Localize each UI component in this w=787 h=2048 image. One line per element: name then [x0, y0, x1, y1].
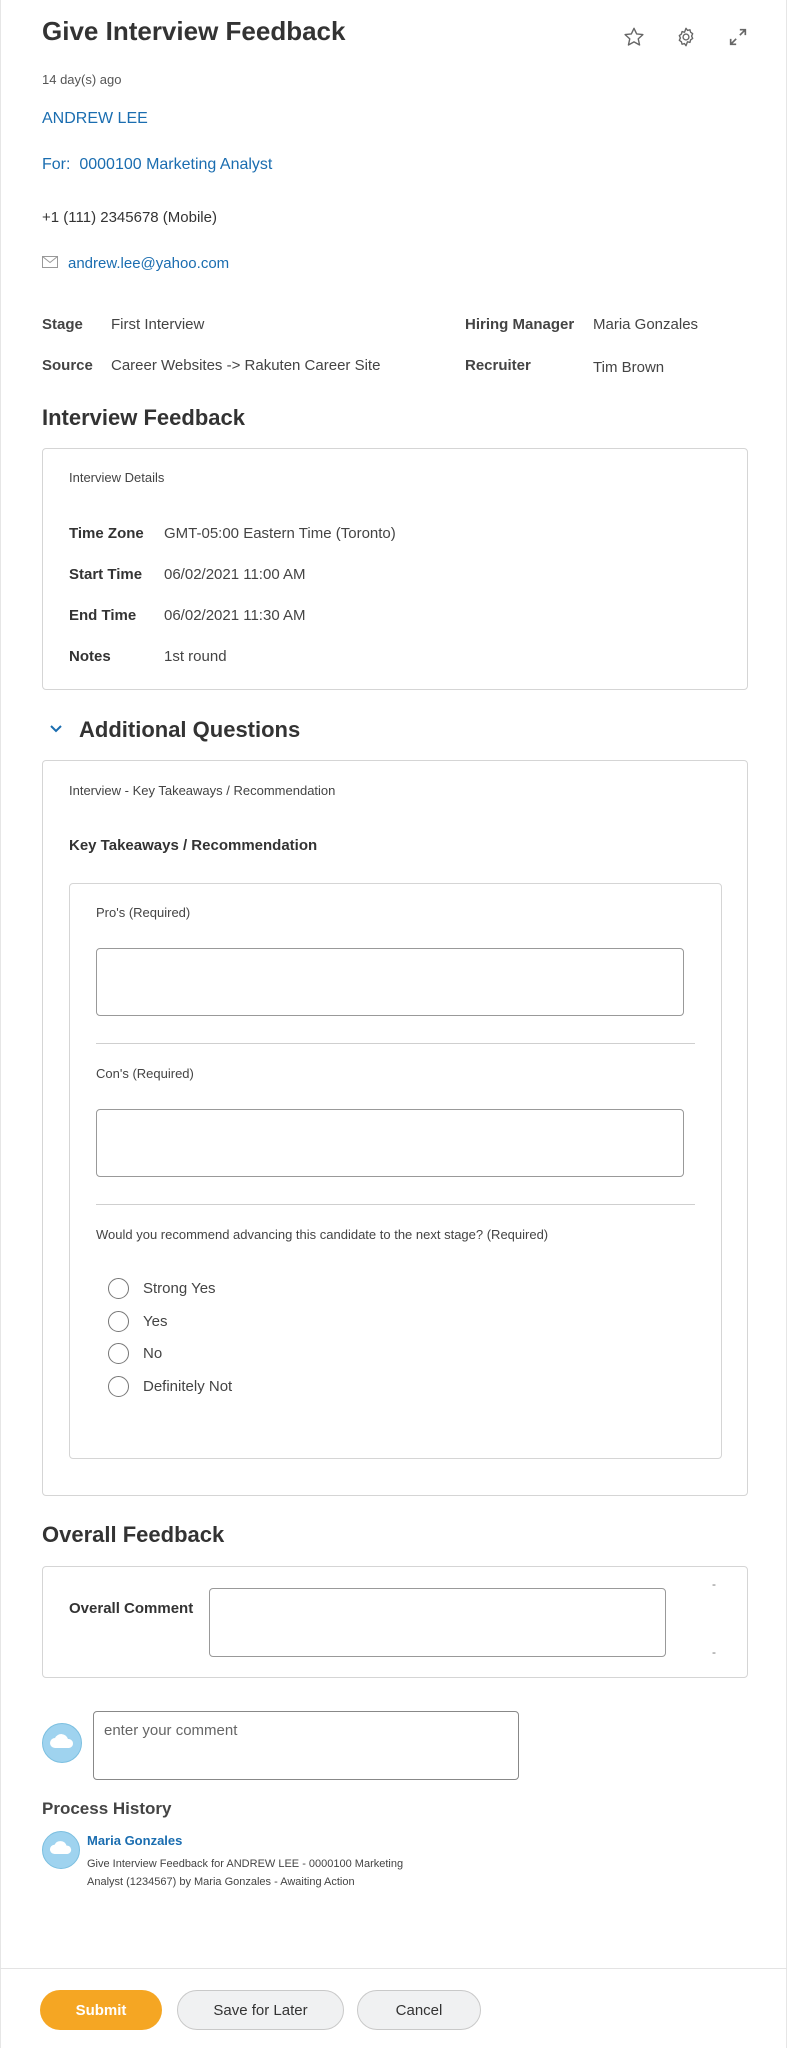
- overall-feedback-title: Overall Feedback: [42, 1522, 225, 1547]
- radio-circle[interactable]: [108, 1343, 129, 1364]
- overall-comment-label: Overall Comment: [69, 1600, 194, 1617]
- cloud-icon: [49, 1733, 75, 1754]
- radio-no[interactable]: No: [108, 1343, 162, 1364]
- divider: [96, 1204, 695, 1205]
- start-time-value: 06/02/2021 11:00 AM: [164, 566, 306, 583]
- comment-placeholder: enter your comment: [104, 1722, 238, 1739]
- radio-label: Strong Yes: [143, 1280, 216, 1297]
- pros-label: Pro's (Required): [96, 905, 191, 920]
- radio-circle[interactable]: [108, 1278, 129, 1299]
- radio-strong-yes[interactable]: Strong Yes: [108, 1278, 216, 1299]
- radio-label: Definitely Not: [143, 1378, 233, 1395]
- additional-questions-title: Additional Questions: [79, 717, 301, 742]
- hiring-manager-label: Hiring Manager: [465, 316, 575, 333]
- end-time-label: End Time: [69, 607, 137, 624]
- interview-details-label: Interview Details: [69, 470, 165, 485]
- radio-label: No: [143, 1345, 163, 1362]
- radio-circle[interactable]: [108, 1376, 129, 1397]
- source-label: Source: [42, 357, 93, 374]
- history-line-1: Give Interview Feedback for ANDREW LEE -…: [87, 1858, 404, 1870]
- page-title: Give Interview Feedback: [42, 16, 346, 46]
- source-value: Career Websites -> Rakuten Career Site: [111, 357, 381, 374]
- overall-feedback-card: Overall Comment - -: [42, 1566, 748, 1678]
- email-row: andrew.lee@yahoo.com: [42, 255, 229, 272]
- radio-circle[interactable]: [108, 1311, 129, 1332]
- side-mark: -: [712, 1645, 716, 1659]
- time-zone-value: GMT-05:00 Eastern Time (Toronto): [164, 525, 396, 542]
- radio-definitely-not[interactable]: Definitely Not: [108, 1376, 232, 1397]
- star-icon[interactable]: [621, 24, 647, 50]
- radio-label: Yes: [143, 1313, 168, 1330]
- footer-divider: [0, 1968, 787, 1969]
- history-author-link[interactable]: Maria Gonzales: [87, 1833, 182, 1848]
- recruiter-value: Tim Brown: [593, 359, 665, 376]
- expand-icon[interactable]: [725, 24, 751, 50]
- divider: [96, 1043, 695, 1044]
- cons-label: Con's (Required): [96, 1066, 194, 1081]
- job-link[interactable]: For: 0000100 Marketing Analyst: [42, 156, 272, 174]
- interview-feedback-title: Interview Feedback: [42, 405, 245, 430]
- candidate-name-link[interactable]: ANDREW LEE: [42, 110, 148, 128]
- job-title: 0000100 Marketing Analyst: [79, 156, 273, 173]
- time-zone-label: Time Zone: [69, 525, 144, 542]
- side-mark: -: [712, 1577, 716, 1591]
- cancel-button[interactable]: Cancel: [357, 1990, 481, 2030]
- start-time-label: Start Time: [69, 566, 143, 583]
- email-link[interactable]: andrew.lee@yahoo.com: [68, 255, 229, 272]
- history-avatar: [42, 1831, 80, 1869]
- hiring-manager-value: Maria Gonzales: [593, 316, 699, 333]
- submit-button[interactable]: Submit: [40, 1990, 162, 2030]
- stage-label: Stage: [42, 316, 83, 333]
- comment-input[interactable]: enter your comment: [93, 1711, 519, 1780]
- end-time-value: 06/02/2021 11:30 AM: [164, 607, 306, 624]
- for-prefix: For:: [42, 156, 71, 173]
- cloud-icon: [49, 1840, 73, 1860]
- recommend-question: Would you recommend advancing this candi…: [96, 1227, 549, 1242]
- age-text: 14 day(s) ago: [42, 72, 122, 87]
- notes-value: 1st round: [164, 648, 227, 665]
- stage-value: First Interview: [111, 316, 205, 333]
- pros-textarea[interactable]: [96, 948, 684, 1016]
- phone-text: +1 (111) 2345678 (Mobile): [42, 209, 217, 226]
- notes-label: Notes: [69, 648, 111, 665]
- mail-icon: [42, 255, 58, 272]
- overall-comment-textarea[interactable]: [209, 1588, 666, 1657]
- interview-details-card: Interview Details Time Zone GMT-05:00 Ea…: [42, 448, 748, 690]
- recruiter-label: Recruiter: [465, 357, 531, 374]
- radio-yes[interactable]: Yes: [108, 1311, 167, 1332]
- additional-questions-card: Interview - Key Takeaways / Recommendati…: [42, 760, 748, 1496]
- history-line-2: Analyst (1234567) by Maria Gonzales - Aw…: [87, 1876, 355, 1888]
- header-actions: [621, 24, 751, 50]
- questions-inner-card: Pro's (Required) Con's (Required) Would …: [69, 883, 722, 1459]
- save-for-later-button[interactable]: Save for Later: [177, 1990, 344, 2030]
- process-history-title: Process History: [42, 1799, 172, 1818]
- key-takeaways-card-label: Interview - Key Takeaways / Recommendati…: [69, 783, 336, 798]
- gear-icon[interactable]: [673, 24, 699, 50]
- key-takeaways-subtitle: Key Takeaways / Recommendation: [69, 837, 318, 854]
- avatar: [42, 1723, 82, 1763]
- cons-textarea[interactable]: [96, 1109, 684, 1177]
- chevron-down-icon[interactable]: [48, 720, 68, 740]
